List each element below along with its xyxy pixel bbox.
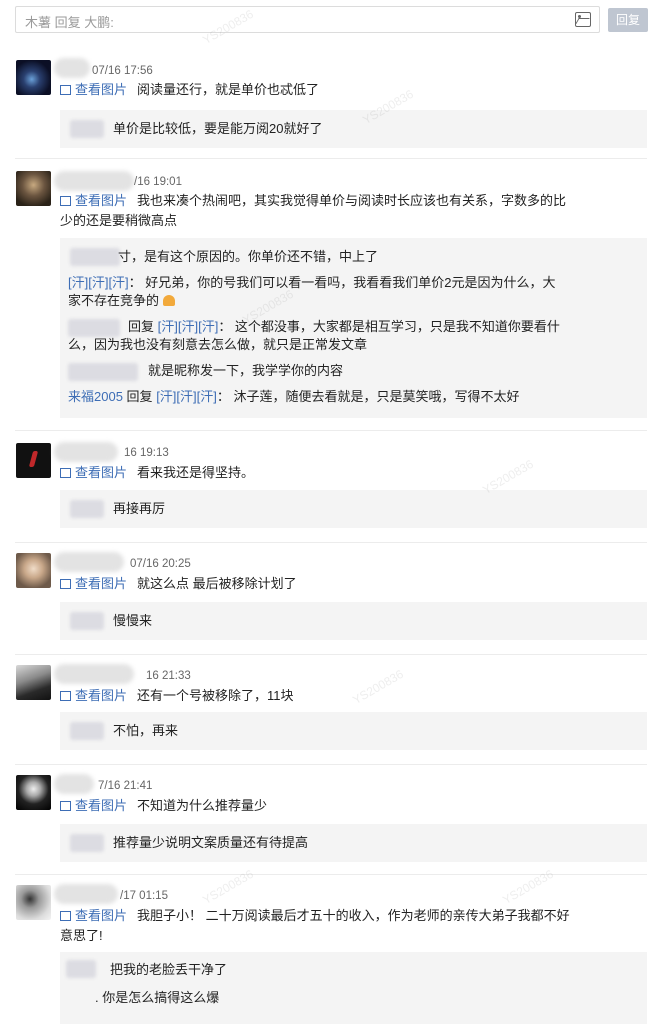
image-icon: [60, 196, 71, 206]
reply-username[interactable]: 来福2005: [68, 389, 123, 404]
blurred-reply-user: [66, 960, 96, 978]
blurred-username: [54, 664, 134, 684]
avatar[interactable]: [16, 885, 51, 920]
divider: [15, 158, 647, 159]
avatar[interactable]: [16, 443, 51, 478]
comment-text: 查看图片 就这么点 最后被移除计划了: [60, 574, 600, 594]
blurred-reply-user: [70, 120, 104, 138]
avatar-mark: [28, 451, 39, 467]
view-image-link[interactable]: 查看图片: [60, 465, 127, 480]
blurred-reply-user: [68, 363, 138, 381]
avatar[interactable]: [16, 60, 51, 95]
reply-text: 再接再厉: [113, 501, 166, 516]
reply-box: 慢慢来: [60, 602, 647, 640]
image-icon: [60, 801, 71, 811]
divider: [15, 874, 647, 875]
reply-text: [汗][汗][汗]： 好兄弟，你的号我们可以看一看吗，我看看我们单价2元是因为什…: [68, 275, 556, 290]
comment-text: 查看图片 看来我还是得坚持。: [60, 463, 600, 483]
comment-time: 07/16 20:25: [130, 558, 191, 570]
comment-time: /17 01:15: [120, 890, 168, 902]
image-icon: [60, 691, 71, 701]
image-icon: [60, 579, 71, 589]
reply-box: 单价是比较低，要是能万阅20就好了: [60, 110, 647, 148]
view-image-link[interactable]: 查看图片: [60, 688, 127, 703]
comment-time: 16 21:33: [146, 670, 191, 682]
blurred-reply-user: [70, 248, 120, 266]
avatar[interactable]: [16, 171, 51, 206]
reply-text: 不怕，再来: [113, 723, 179, 738]
avatar[interactable]: [16, 553, 51, 588]
divider: [15, 764, 647, 765]
reply-box: 推荐量少说明文案质量还有待提高: [60, 824, 647, 862]
view-image-link[interactable]: 查看图片: [60, 576, 127, 591]
reply-text: . 你是怎么搞得这么爆: [95, 990, 220, 1005]
reply-text: 单价是比较低，要是能万阅20就好了: [113, 121, 323, 136]
blurred-username: [54, 552, 124, 572]
reply-text: 寸，是有这个原因的。你单价还不错，中上了: [118, 249, 379, 264]
reply-text: 回复 [汗][汗][汗]： 这个都没事，大家都是相互学习，只是我不知道你要看什: [128, 319, 560, 334]
comment-text: 查看图片 我也来凑个热闹吧，其实我觉得单价与阅读时长应该也有关系，字数多的比: [60, 191, 600, 211]
view-image-link[interactable]: 查看图片: [60, 798, 127, 813]
divider: [15, 542, 647, 543]
reply-box: 把我的老脸丢干净了 . 你是怎么搞得这么爆: [60, 952, 647, 1024]
reply-box: 不怕，再来: [60, 712, 647, 750]
reply-text: 就是昵称发一下，我学学你的内容: [148, 363, 344, 378]
avatar[interactable]: [16, 775, 51, 810]
comment-text: 查看图片 还有一个号被移除了，11块: [60, 686, 600, 706]
image-icon: [60, 911, 71, 921]
comment-text: 查看图片 不知道为什么推荐量少: [60, 796, 600, 816]
blurred-username: [54, 774, 94, 794]
reply-emoji: [汗][汗][汗]: [68, 275, 129, 290]
blurred-reply-user: [70, 722, 104, 740]
heart-emoji-icon: [162, 295, 175, 306]
reply-box: 寸，是有这个原因的。你单价还不错，中上了 [汗][汗][汗]： 好兄弟，你的号我…: [60, 238, 647, 418]
image-icon[interactable]: [575, 12, 591, 27]
reply-button[interactable]: 回复: [608, 8, 648, 32]
reply-input[interactable]: 木薯 回复 大鹏:: [15, 6, 600, 33]
watermark: YS200836: [200, 866, 256, 908]
reply-text: 推荐量少说明文案质量还有待提高: [113, 835, 309, 850]
avatar[interactable]: [16, 665, 51, 700]
divider: [15, 654, 647, 655]
view-image-link[interactable]: 查看图片: [60, 82, 127, 97]
comment-time: /16 19:01: [134, 176, 182, 188]
view-image-link[interactable]: 查看图片: [60, 193, 127, 208]
reply-text: 慢慢来: [113, 613, 153, 628]
blurred-username: [54, 442, 118, 462]
watermark: YS200836: [500, 866, 556, 908]
blurred-reply-user: [70, 612, 104, 630]
reply-input-placeholder: 木薯 回复 大鹏:: [25, 15, 114, 30]
reply-text: 来福2005 回复 [汗][汗][汗]： 沐子莲，随便去看就是，只是莫笑哦，写得…: [68, 389, 520, 404]
blurred-username: [54, 884, 118, 904]
comment-time: 16 19:13: [124, 447, 169, 459]
reply-text-cont: 家不存在竞争的: [68, 291, 175, 311]
divider: [15, 430, 647, 431]
comment-text: 查看图片 我胆子小！ 二十万阅读最后才五十的收入，作为老师的亲传大弟子我都不好: [60, 906, 600, 926]
reply-text-cont: 么，因为我也没有刻意去怎么做，就只是正常发文章: [68, 337, 368, 352]
comment-text: 查看图片 阅读量还行，就是单价也忒低了: [60, 80, 600, 100]
comment-text-cont: 少的还是要稍微高点: [60, 213, 178, 228]
image-icon: [60, 85, 71, 95]
blurred-username: [54, 58, 90, 78]
comment-time: 7/16 21:41: [98, 780, 153, 792]
blurred-reply-user: [70, 500, 104, 518]
blurred-reply-user: [70, 834, 104, 852]
reply-box: 再接再厉: [60, 490, 647, 528]
reply-text: 把我的老脸丢干净了: [110, 962, 228, 977]
view-image-link[interactable]: 查看图片: [60, 908, 127, 923]
comment-text-cont: 意思了!: [60, 928, 103, 943]
image-icon: [60, 468, 71, 478]
comment-time: 07/16 17:56: [92, 65, 153, 77]
blurred-username: [54, 171, 134, 191]
